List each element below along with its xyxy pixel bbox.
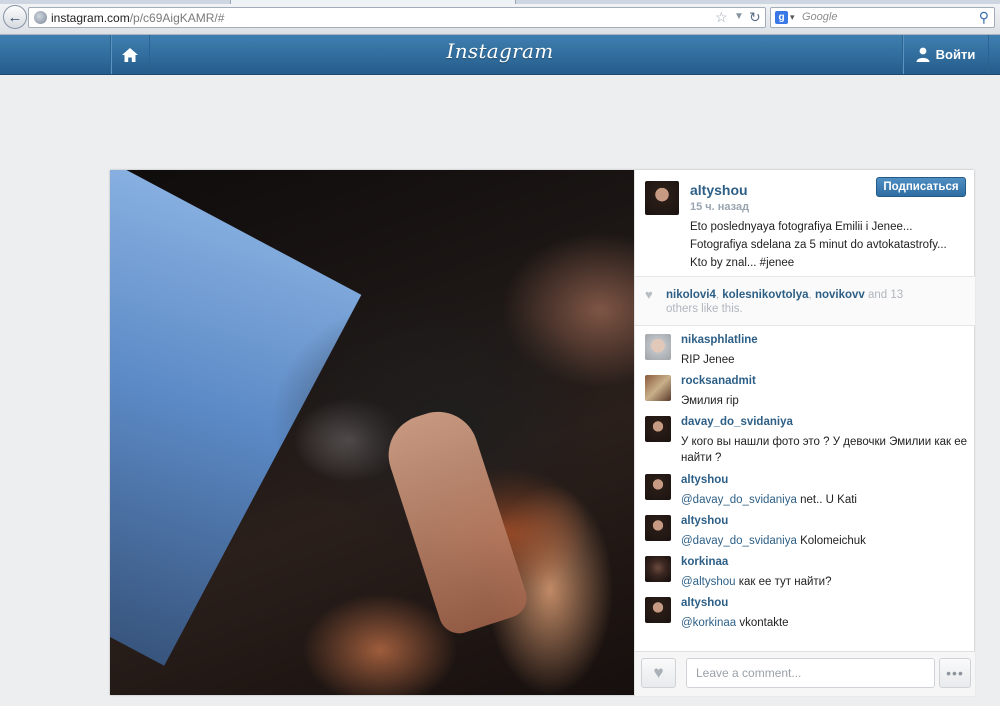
liker-link[interactable]: kolesnikovtolya <box>722 289 808 301</box>
back-arrow-icon: ← <box>7 8 23 26</box>
comment-body: vkontakte <box>736 617 789 629</box>
google-icon[interactable]: g <box>775 11 788 24</box>
comment-body: как ее тут найти? <box>735 576 832 588</box>
like-button[interactable]: ♥ <box>641 658 676 688</box>
comment-item: rocksanadmit Эмилия rip <box>635 367 975 408</box>
comment-text: Эмилия rip <box>681 393 971 409</box>
post-owner-section: altyshou 15 ч. назад Eto poslednyaya fot… <box>635 170 975 277</box>
commenter-username[interactable]: korkinaa <box>681 556 728 568</box>
search-placeholder: Google <box>802 11 838 23</box>
comment-body: Kolomeichuk <box>796 535 866 547</box>
likes-count: and 13 <box>864 289 904 301</box>
browser-toolbar: ← instagram.com/p/c69AigKAMR/# ☆ ▼ ↻ g ▾… <box>0 0 1000 35</box>
commenter-username[interactable]: altyshou <box>681 597 728 609</box>
likes-others: others like this. <box>666 303 743 315</box>
user-icon <box>916 47 930 62</box>
comment-list[interactable]: nikasphlatline RIP Jenee rocksanadmit Эм… <box>635 326 975 651</box>
history-dropdown-icon[interactable]: ▼ <box>734 11 744 22</box>
follow-button[interactable]: Подписаться <box>876 177 966 197</box>
commenter-username[interactable]: altyshou <box>681 515 728 527</box>
owner-avatar[interactable] <box>645 181 679 215</box>
commenter-username[interactable]: nikasphlatline <box>681 334 758 346</box>
commenter-avatar[interactable] <box>645 597 671 623</box>
owner-username[interactable]: altyshou <box>690 182 748 198</box>
commenter-avatar[interactable] <box>645 515 671 541</box>
instagram-header: Instagram Войти <box>0 35 1000 75</box>
login-button[interactable]: Войти <box>902 35 989 74</box>
comment-item: altyshou @davay_do_svidaniya Kolomeichuk <box>635 507 975 548</box>
back-button[interactable]: ← <box>3 5 27 29</box>
post-photo[interactable] <box>110 170 634 695</box>
commenter-avatar[interactable] <box>645 474 671 500</box>
comment-text: @davay_do_svidaniya net.. U Kati <box>681 492 971 508</box>
comment-body: net.. U Kati <box>796 494 857 506</box>
heart-icon: ♥ <box>645 287 653 302</box>
comment-text: @altyshou как ее тут найти? <box>681 574 971 590</box>
liker-link[interactable]: novikovv <box>815 289 865 301</box>
comment-text: У кого вы нашли фото это ? У девочки Эми… <box>681 434 971 466</box>
reload-icon[interactable]: ↻ <box>749 9 761 26</box>
engine-dropdown-icon[interactable]: ▾ <box>790 12 795 23</box>
comment-mention[interactable]: @davay_do_svidaniya <box>681 494 797 506</box>
commenter-avatar[interactable] <box>645 375 671 401</box>
comment-body: RIP Jenee <box>681 354 735 366</box>
heart-icon: ♥ <box>653 663 664 682</box>
search-bar[interactable]: g ▾ Google ⚲ <box>770 7 995 28</box>
liker-link[interactable]: nikolovi4 <box>666 289 716 301</box>
likes-text: nikolovi4, kolesnikovtolya, novikovv and… <box>666 288 966 316</box>
commenter-username[interactable]: davay_do_svidaniya <box>681 416 793 428</box>
commenter-username[interactable]: rocksanadmit <box>681 375 756 387</box>
url-text: instagram.com/p/c69AigKAMR/# <box>51 11 224 25</box>
comment-body: Эмилия rip <box>681 395 739 407</box>
comment-body: У кого вы нашли фото это ? У девочки Эми… <box>681 436 968 464</box>
comment-mention[interactable]: @korkinaa <box>681 617 736 629</box>
comment-text: RIP Jenee <box>681 352 971 368</box>
comment-mention[interactable]: @davay_do_svidaniya <box>681 535 797 547</box>
tab-strip <box>0 0 1000 4</box>
login-label: Войти <box>935 47 976 62</box>
commenter-avatar[interactable] <box>645 334 671 360</box>
post-sidebar: altyshou 15 ч. назад Eto poslednyaya fot… <box>634 170 975 696</box>
search-icon[interactable]: ⚲ <box>979 9 989 26</box>
url-path: /p/c69AigKAMR/# <box>129 11 225 25</box>
comment-item: nikasphlatline RIP Jenee <box>635 326 975 367</box>
instagram-logo[interactable]: Instagram <box>0 39 1000 63</box>
url-host: instagram.com <box>51 11 130 25</box>
commenter-avatar[interactable] <box>645 416 671 442</box>
more-options-button[interactable]: ••• <box>939 658 971 688</box>
bookmark-star-icon[interactable]: ☆ <box>715 9 728 26</box>
comment-item: altyshou @davay_do_svidaniya net.. U Kat… <box>635 466 975 507</box>
comment-item: korkinaa @altyshou как ее тут найти? <box>635 548 975 589</box>
active-tab[interactable] <box>230 0 516 4</box>
comment-item: altyshou @korkinaa vkontakte <box>635 589 975 630</box>
comment-text: @korkinaa vkontakte <box>681 615 971 631</box>
globe-icon <box>34 11 47 24</box>
comment-text: @davay_do_svidaniya Kolomeichuk <box>681 533 971 549</box>
address-bar[interactable]: instagram.com/p/c69AigKAMR/# ☆ ▼ ↻ <box>28 7 766 28</box>
comment-mention[interactable]: @altyshou <box>681 576 736 588</box>
likes-section: ♥ nikolovi4, kolesnikovtolya, novikovv a… <box>635 277 975 326</box>
commenter-avatar[interactable] <box>645 556 671 582</box>
post-caption: Eto poslednyaya fotografiya Emilii i Jen… <box>690 221 947 269</box>
comment-input[interactable] <box>686 658 935 688</box>
post-timestamp[interactable]: 15 ч. назад <box>690 201 749 213</box>
comment-composer: ♥ ••• <box>635 651 975 696</box>
post-card: altyshou 15 ч. назад Eto poslednyaya fot… <box>110 170 975 696</box>
commenter-username[interactable]: altyshou <box>681 474 728 486</box>
comment-item: davay_do_svidaniya У кого вы нашли фото … <box>635 408 975 466</box>
